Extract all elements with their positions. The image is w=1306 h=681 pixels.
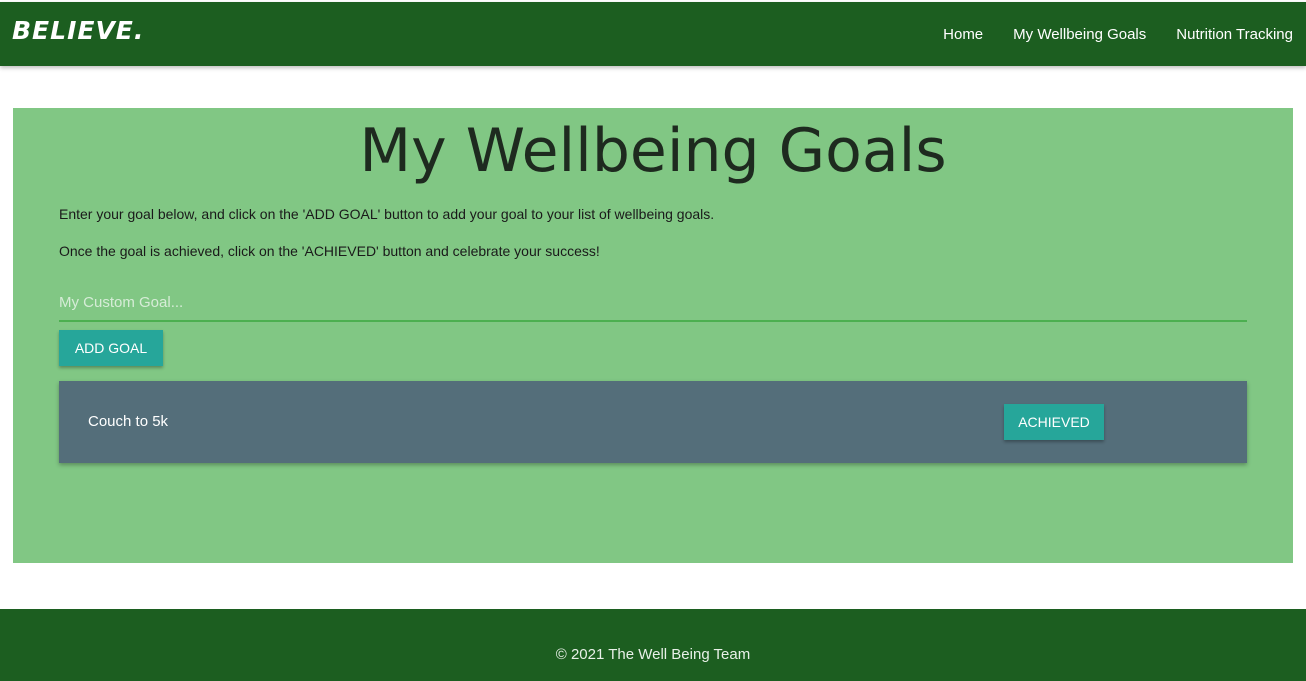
page-footer: © 2021 The Well Being Team (0, 609, 1306, 681)
footer-copyright: © 2021 The Well Being Team (555, 646, 751, 663)
nav-link-home[interactable]: Home (943, 26, 983, 43)
custom-goal-input[interactable] (59, 284, 1247, 322)
goals-panel: My Wellbeing Goals Enter your goal below… (13, 108, 1293, 563)
nav-link-wellbeing-goals[interactable]: My Wellbeing Goals (1013, 26, 1146, 43)
goal-card: Couch to 5k ACHIEVED (59, 381, 1247, 463)
nav-links: Home My Wellbeing Goals Nutrition Tracki… (913, 2, 1293, 66)
goal-text: Couch to 5k (88, 413, 169, 430)
nav-link-nutrition-tracking[interactable]: Nutrition Tracking (1176, 26, 1293, 43)
top-navbar: BELIEVE. Home My Wellbeing Goals Nutriti… (0, 2, 1306, 66)
brand-logo[interactable]: BELIEVE. (12, 16, 144, 45)
add-goal-button[interactable]: ADD GOAL (59, 330, 163, 366)
achieved-button[interactable]: ACHIEVED (1004, 404, 1104, 440)
instruction-add-goal: Enter your goal below, and click on the … (59, 206, 715, 222)
page-title: My Wellbeing Goals (359, 116, 947, 186)
instruction-achieved: Once the goal is achieved, click on the … (59, 243, 600, 259)
